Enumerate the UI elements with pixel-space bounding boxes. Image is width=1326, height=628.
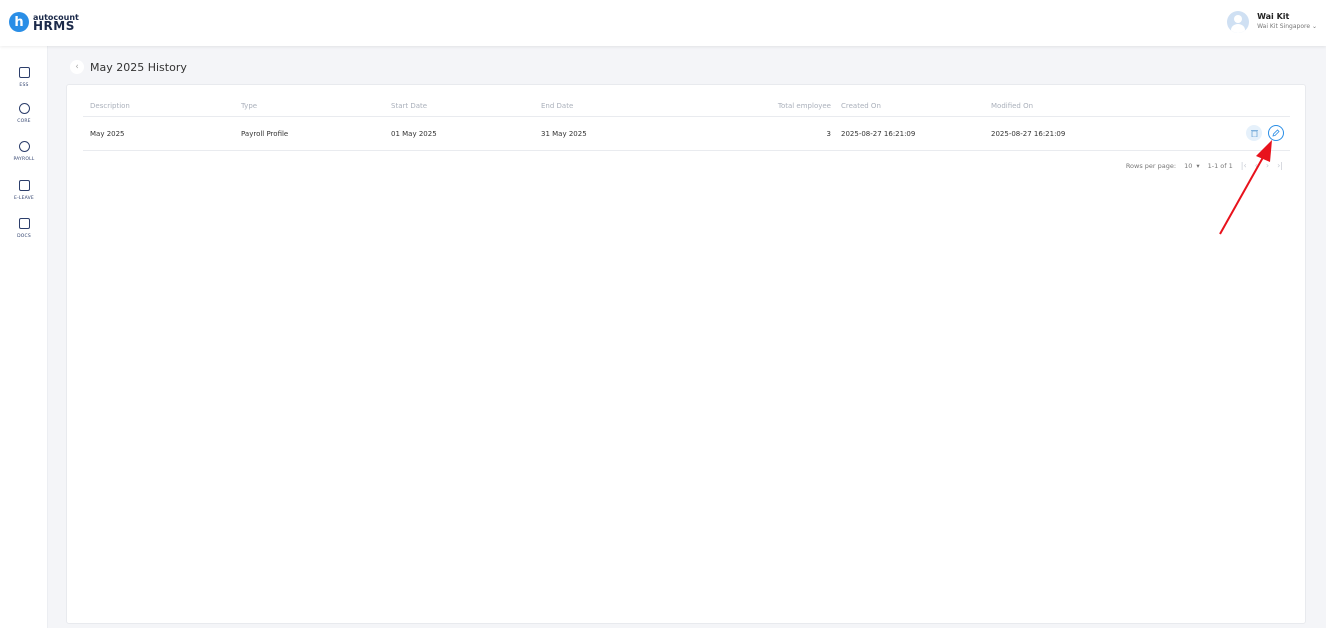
column-header-total-employee[interactable]: Total employee (691, 95, 831, 116)
caret-down-icon: ▾ (1196, 161, 1200, 170)
sidebar-item-docs[interactable]: DOCS (0, 214, 48, 239)
sidebar-item-payroll[interactable]: PAYROLL (0, 137, 48, 162)
cell-total-employee: 3 (826, 129, 831, 138)
sidebar-item-label: DOCS (17, 234, 31, 239)
column-header-created-on[interactable]: Created On (841, 95, 881, 116)
column-header-modified-on[interactable]: Modified On (991, 95, 1033, 116)
history-card: Description Type Start Date End Date Tot… (66, 84, 1306, 624)
sidebar-item-label: PAYROLL (13, 157, 35, 162)
table-row[interactable]: May 2025 Payroll Profile 01 May 2025 31 … (83, 117, 1290, 151)
sidebar-item-label: CORE (17, 119, 31, 124)
column-header-start-date[interactable]: Start Date (391, 95, 427, 116)
cell-description: May 2025 (90, 129, 125, 138)
cell-end-date: 31 May 2025 (541, 129, 587, 138)
column-header-description[interactable]: Description (90, 95, 130, 116)
table-header: Description Type Start Date End Date Tot… (83, 95, 1290, 117)
rows-per-page-select[interactable]: 10 ▾ (1184, 162, 1200, 170)
annotation-arrow (1219, 140, 1272, 235)
column-header-type[interactable]: Type (241, 95, 257, 116)
document-chart-icon (18, 218, 30, 229)
sidebar-item-core[interactable]: CORE (0, 99, 48, 124)
chevron-left-icon: ‹ (75, 62, 79, 72)
user-name: Wai Kit (1257, 12, 1290, 21)
pencil-icon (1272, 129, 1280, 137)
rows-per-page-label: Rows per page: (1125, 161, 1177, 170)
chevron-down-icon: ⌄ (1311, 23, 1317, 30)
avatar[interactable] (1227, 11, 1250, 33)
top-bar: h autocount HRMS Wai Kit Wai Kit Singapo… (0, 0, 1326, 46)
column-header-end-date[interactable]: End Date (541, 95, 573, 116)
sidebar: ESS CORE PAYROLL E-LEAVE DOCS (0, 46, 48, 628)
sidebar-item-label: ESS (19, 83, 29, 88)
cube-icon (18, 103, 30, 114)
cell-created-on: 2025-08-27 16:21:09 (841, 129, 916, 138)
history-table: Description Type Start Date End Date Tot… (83, 95, 1290, 151)
cell-modified-on: 2025-08-27 16:21:09 (991, 129, 1066, 138)
page-title: May 2025 History (90, 60, 187, 74)
dollar-icon (18, 141, 30, 152)
sidebar-item-e-leave[interactable]: E-LEAVE (0, 176, 48, 201)
sidebar-item-label: E-LEAVE (14, 196, 34, 201)
user-menu[interactable]: Wai Kit Wai Kit Singapore ⌄ (1227, 11, 1317, 33)
page-header: ‹ May 2025 History (70, 60, 187, 74)
user-company[interactable]: Wai Kit Singapore ⌄ (1257, 22, 1317, 32)
person-card-icon (18, 67, 30, 78)
calendar-icon (18, 180, 30, 191)
back-button[interactable]: ‹ (70, 60, 84, 74)
cell-type: Payroll Profile (241, 129, 289, 138)
logo-h-icon: h (9, 12, 29, 32)
app-logo[interactable]: h autocount HRMS (9, 12, 79, 32)
cell-start-date: 01 May 2025 (391, 129, 437, 138)
sidebar-item-ess[interactable]: ESS (0, 63, 48, 88)
logo-big-text: HRMS (33, 19, 75, 33)
trash-icon (1250, 130, 1258, 137)
